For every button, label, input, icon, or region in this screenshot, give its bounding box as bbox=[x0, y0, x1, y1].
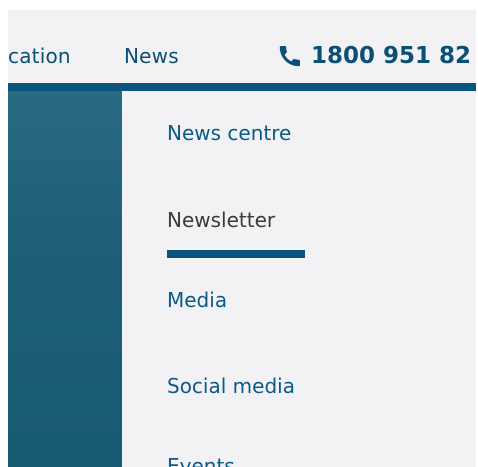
news-submenu: News centre Newsletter Media Social medi… bbox=[167, 91, 467, 467]
nav-link-education[interactable]: cation bbox=[8, 46, 71, 66]
phone-contact[interactable]: 1800 951 82 bbox=[277, 43, 471, 69]
news-dropdown-panel: News centre Newsletter Media Social medi… bbox=[8, 91, 476, 467]
nav-link-news[interactable]: News bbox=[124, 46, 179, 66]
submenu-item-social-media[interactable]: Social media bbox=[167, 376, 295, 396]
submenu-item-newsletter[interactable]: Newsletter bbox=[167, 210, 275, 230]
submenu-item-events[interactable]: Events bbox=[167, 456, 235, 467]
top-navigation: cation News 1800 951 82 bbox=[8, 10, 476, 87]
submenu-item-news-centre[interactable]: News centre bbox=[167, 123, 291, 143]
phone-icon bbox=[277, 43, 303, 69]
submenu-active-underline bbox=[167, 250, 305, 258]
nav-active-underline bbox=[8, 83, 476, 91]
phone-number[interactable]: 1800 951 82 bbox=[311, 44, 471, 68]
left-accent-panel bbox=[8, 91, 122, 467]
submenu-item-media[interactable]: Media bbox=[167, 290, 227, 310]
